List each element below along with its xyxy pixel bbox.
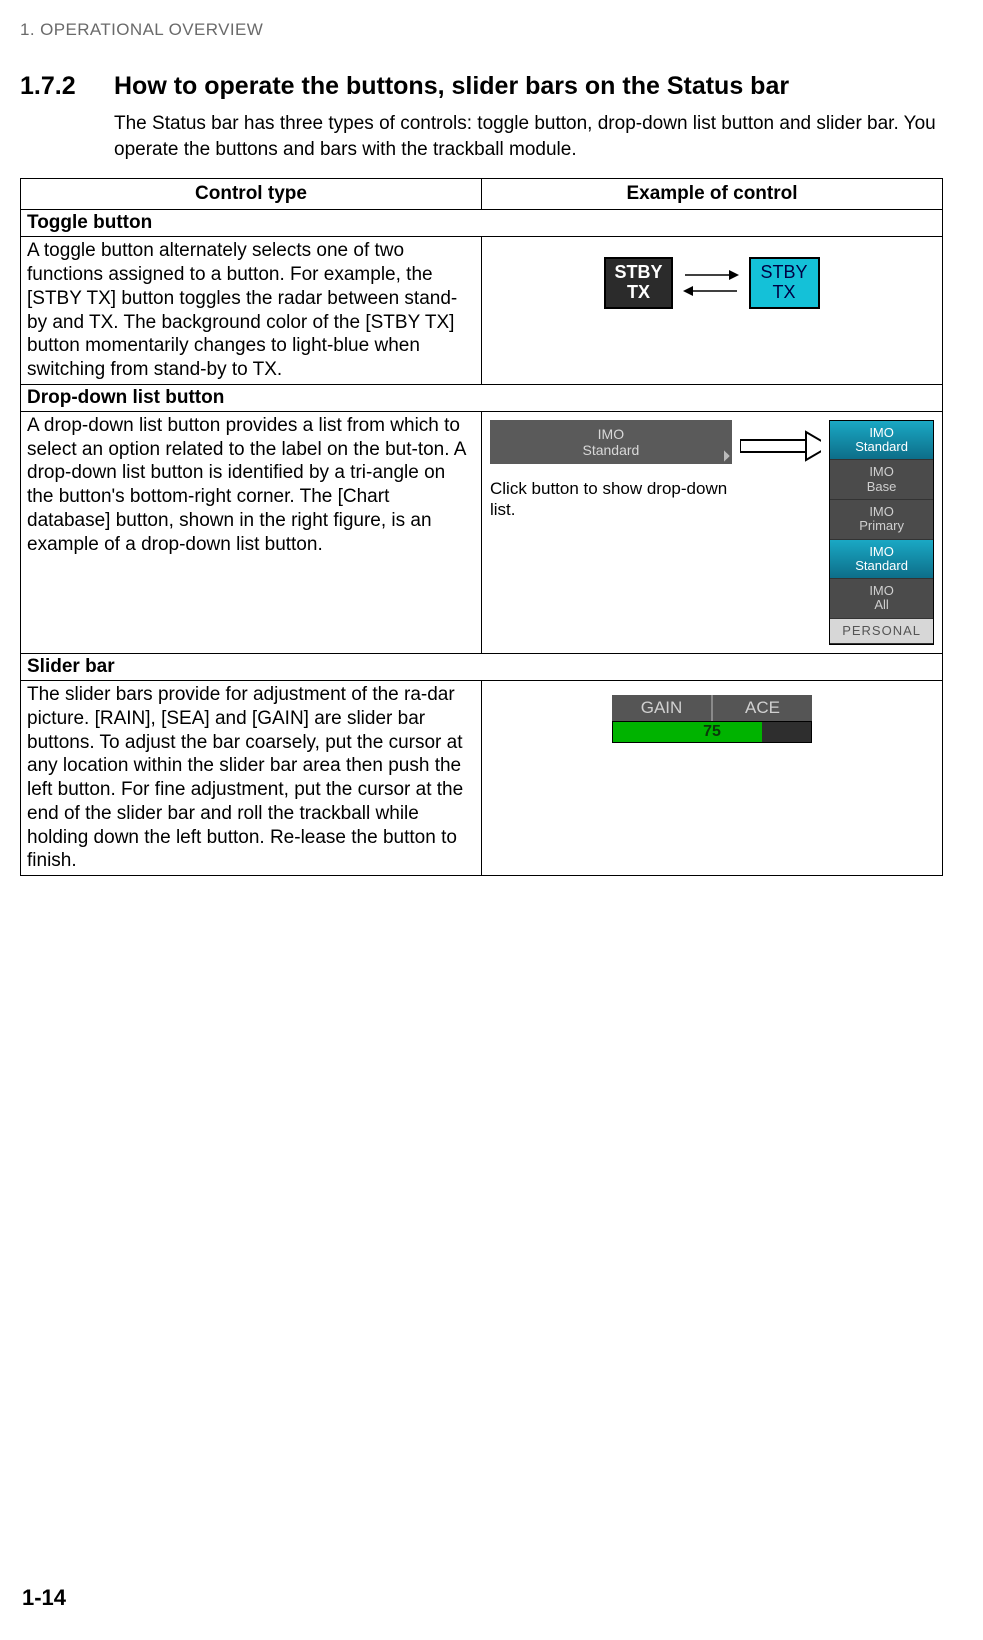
list-item-line1: IMO: [842, 545, 921, 559]
list-item-line1: PERSONAL: [842, 624, 921, 638]
list-item-line2: Base: [842, 480, 921, 494]
list-item-line1: IMO: [842, 584, 921, 598]
section-intro: The Status bar has three types of contro…: [114, 111, 943, 162]
list-item-personal: PERSONAL: [830, 619, 933, 644]
list-item: IMO Standard: [830, 421, 933, 461]
list-item-line2: Primary: [842, 519, 921, 533]
list-item: IMO Primary: [830, 500, 933, 540]
stby-line2: TX: [614, 283, 662, 303]
dropdown-list: IMO Standard IMO Base IMO Primary IMO St…: [829, 420, 934, 645]
stby-light-line2: TX: [761, 283, 808, 303]
arrow-right-icon: [683, 268, 739, 282]
stby-tx-button-dark: STBY TX: [604, 257, 672, 309]
stby-line1: STBY: [614, 263, 662, 283]
list-item-line2: Standard: [842, 559, 921, 573]
list-item-line1: IMO: [842, 426, 921, 440]
section-number: 1.7.2: [20, 72, 114, 101]
arrow-left-icon: [683, 284, 739, 298]
dropdown-caption: Click button to show drop-down list.: [490, 478, 732, 521]
dropdown-desc: A drop-down list button provides a list …: [21, 411, 482, 653]
list-item-line1: IMO: [842, 465, 921, 479]
stby-tx-button-light: STBY TX: [749, 257, 820, 309]
section-heading: 1.7.2 How to operate the buttons, slider…: [20, 72, 943, 101]
toggle-example: STBY TX STBY TX: [482, 237, 943, 385]
chart-database-button: IMO Standard: [490, 420, 732, 464]
stby-light-line1: STBY: [761, 263, 808, 283]
controls-table: Control type Example of control Toggle b…: [20, 178, 943, 876]
slider-head-gain: GAIN: [612, 695, 713, 721]
section-title: How to operate the buttons, slider bars …: [114, 72, 789, 101]
slider-head-ace: ACE: [713, 695, 812, 721]
chapter-header: 1. OPERATIONAL OVERVIEW: [20, 20, 943, 40]
list-item-line1: IMO: [842, 505, 921, 519]
list-item-line2: Standard: [842, 440, 921, 454]
toggle-arrows: [683, 268, 739, 298]
list-item: IMO Base: [830, 460, 933, 500]
col-head-example: Example of control: [482, 179, 943, 210]
slider-header: GAIN ACE: [612, 695, 812, 721]
gain-slider-bar: 75: [612, 721, 812, 743]
row-label-dropdown: Drop-down list button: [21, 384, 943, 411]
slider-value: 75: [613, 723, 811, 741]
slider-desc: The slider bars provide for adjustment o…: [21, 681, 482, 876]
list-item-line2: All: [842, 598, 921, 612]
list-item: IMO All: [830, 579, 933, 619]
slider-example: GAIN ACE 75: [482, 681, 943, 876]
toggle-desc: A toggle button alternately selects one …: [21, 237, 482, 385]
row-label-toggle: Toggle button: [21, 210, 943, 237]
dropdown-example: IMO Standard Click button to show drop-d…: [482, 411, 943, 653]
col-head-control-type: Control type: [21, 179, 482, 210]
list-item: IMO Standard: [830, 540, 933, 580]
dd-btn-line2: Standard: [508, 442, 714, 458]
arrow-right-thick-icon: [740, 430, 821, 462]
dd-btn-line1: IMO: [508, 426, 714, 442]
page-number: 1-14: [22, 1585, 66, 1611]
row-label-slider: Slider bar: [21, 654, 943, 681]
